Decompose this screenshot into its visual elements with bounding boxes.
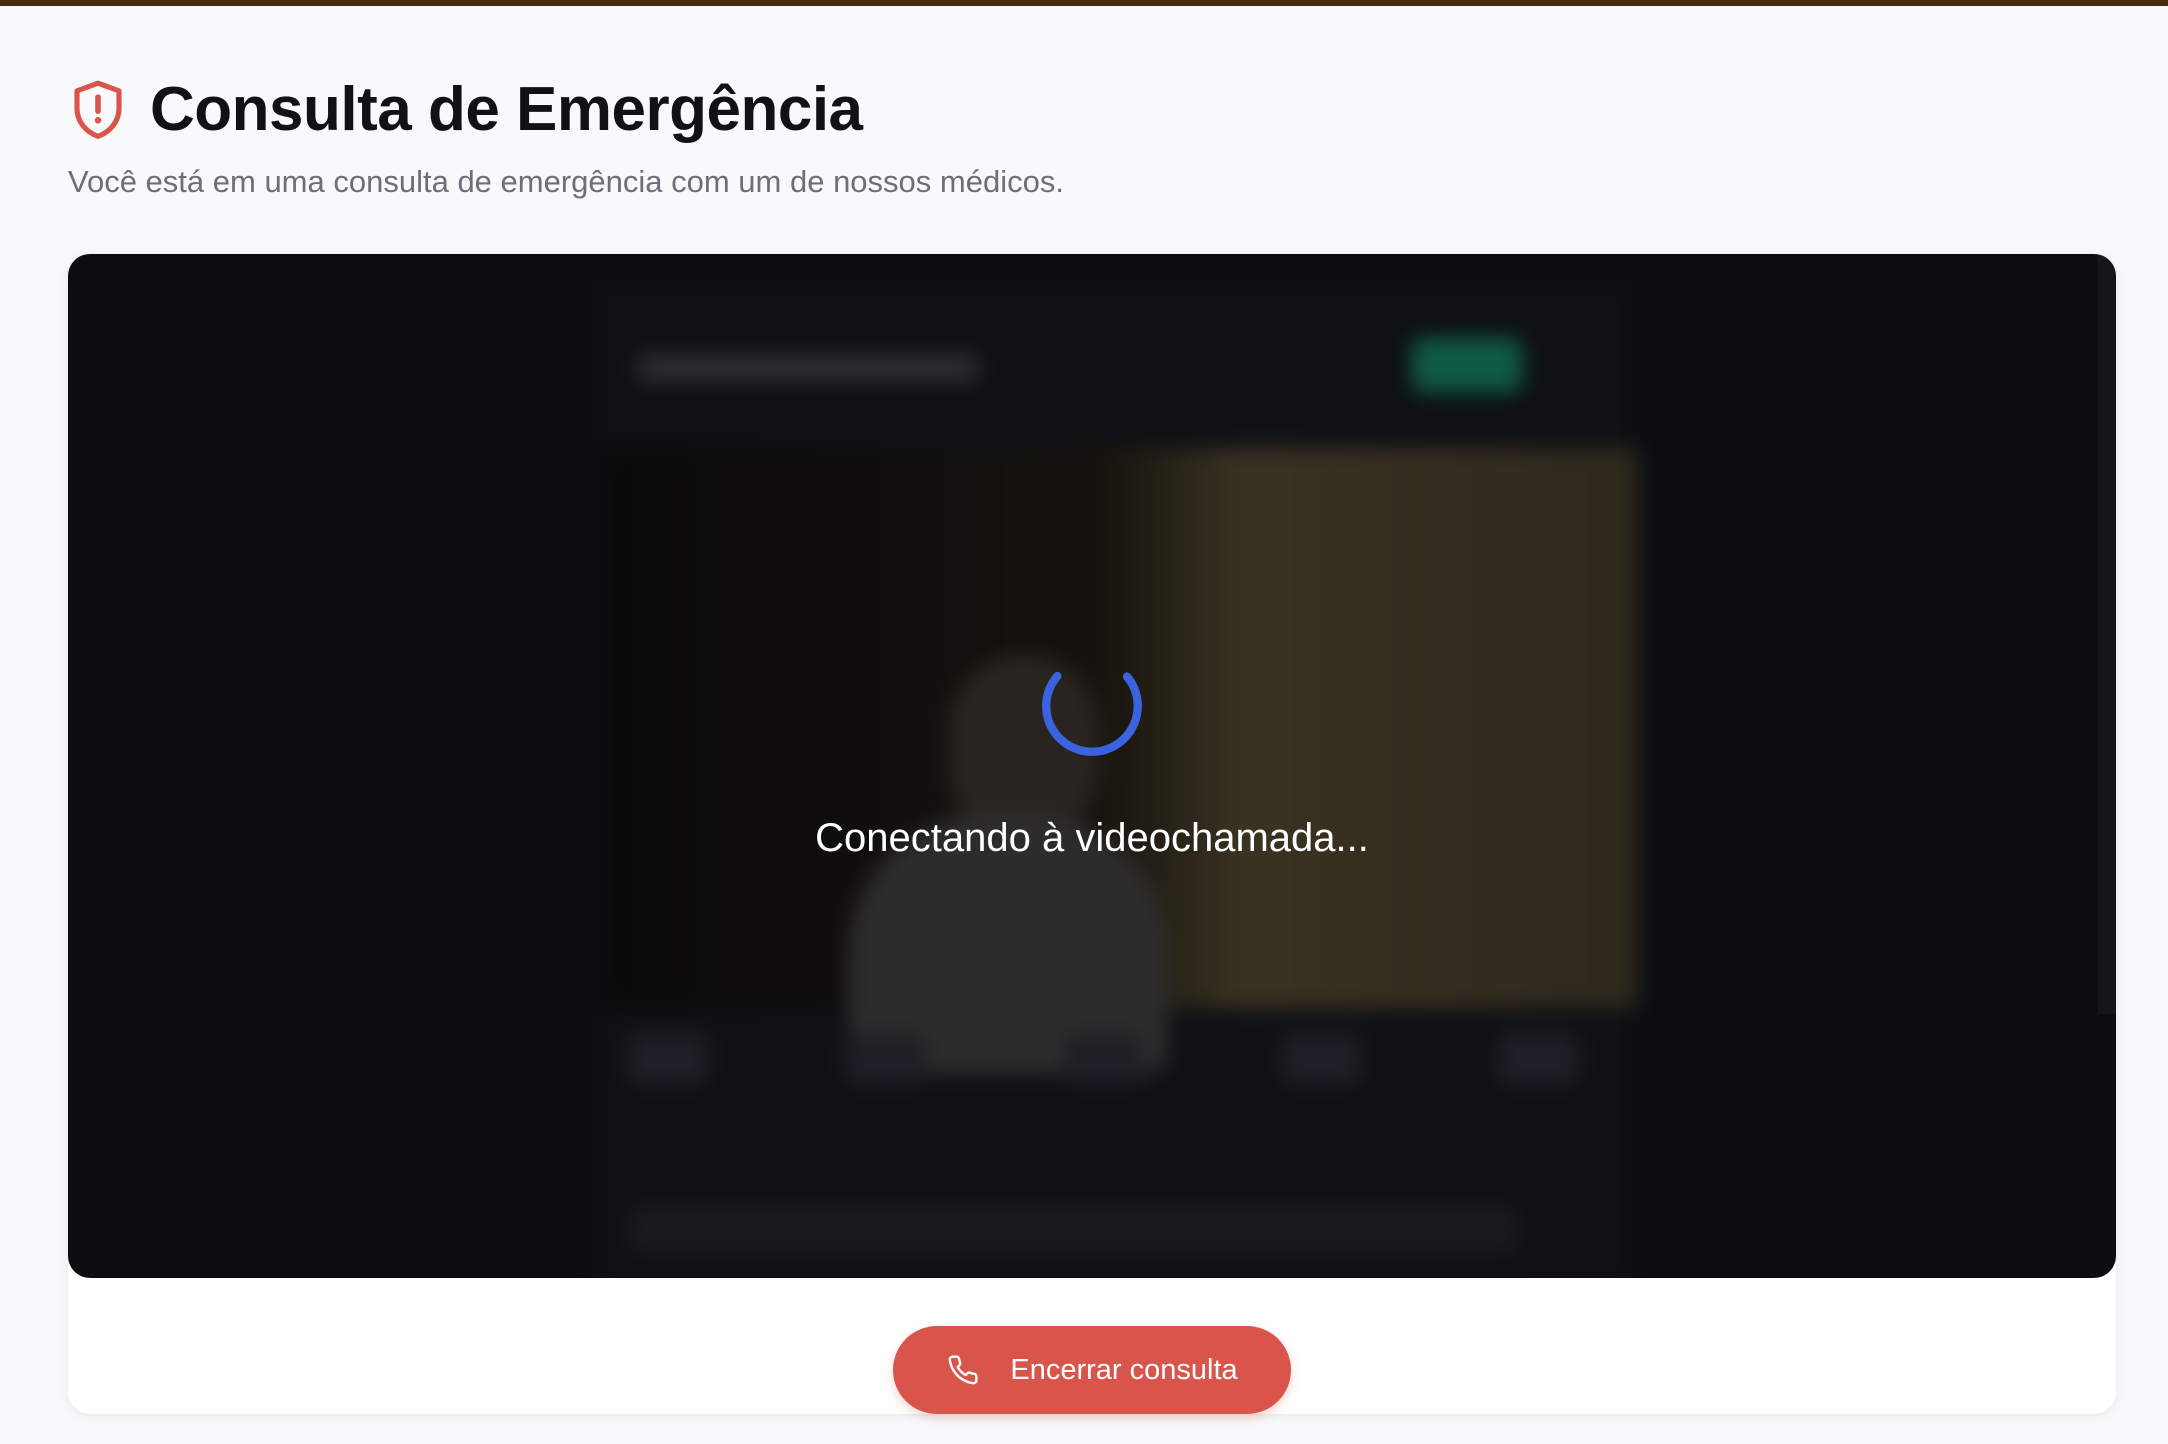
loading-spinner-icon xyxy=(1042,656,1142,756)
loading-status-text: Conectando à videochamada... xyxy=(815,816,1369,860)
end-consultation-label: Encerrar consulta xyxy=(1010,1353,1238,1386)
end-consultation-button[interactable]: Encerrar consulta xyxy=(893,1326,1291,1414)
scrollbar[interactable] xyxy=(2098,254,2116,1014)
page-header: Consulta de Emergência xyxy=(68,72,863,148)
top-border xyxy=(0,0,2168,6)
page-title: Consulta de Emergência xyxy=(150,75,863,144)
video-call-panel[interactable]: Conectando à videochamada... xyxy=(68,254,2116,1278)
page-subtitle: Você está em uma consulta de emergência … xyxy=(68,164,1064,199)
phone-icon xyxy=(946,1353,980,1387)
loading-indicator: Conectando à videochamada... xyxy=(68,654,2116,862)
shield-alert-icon xyxy=(68,77,128,143)
